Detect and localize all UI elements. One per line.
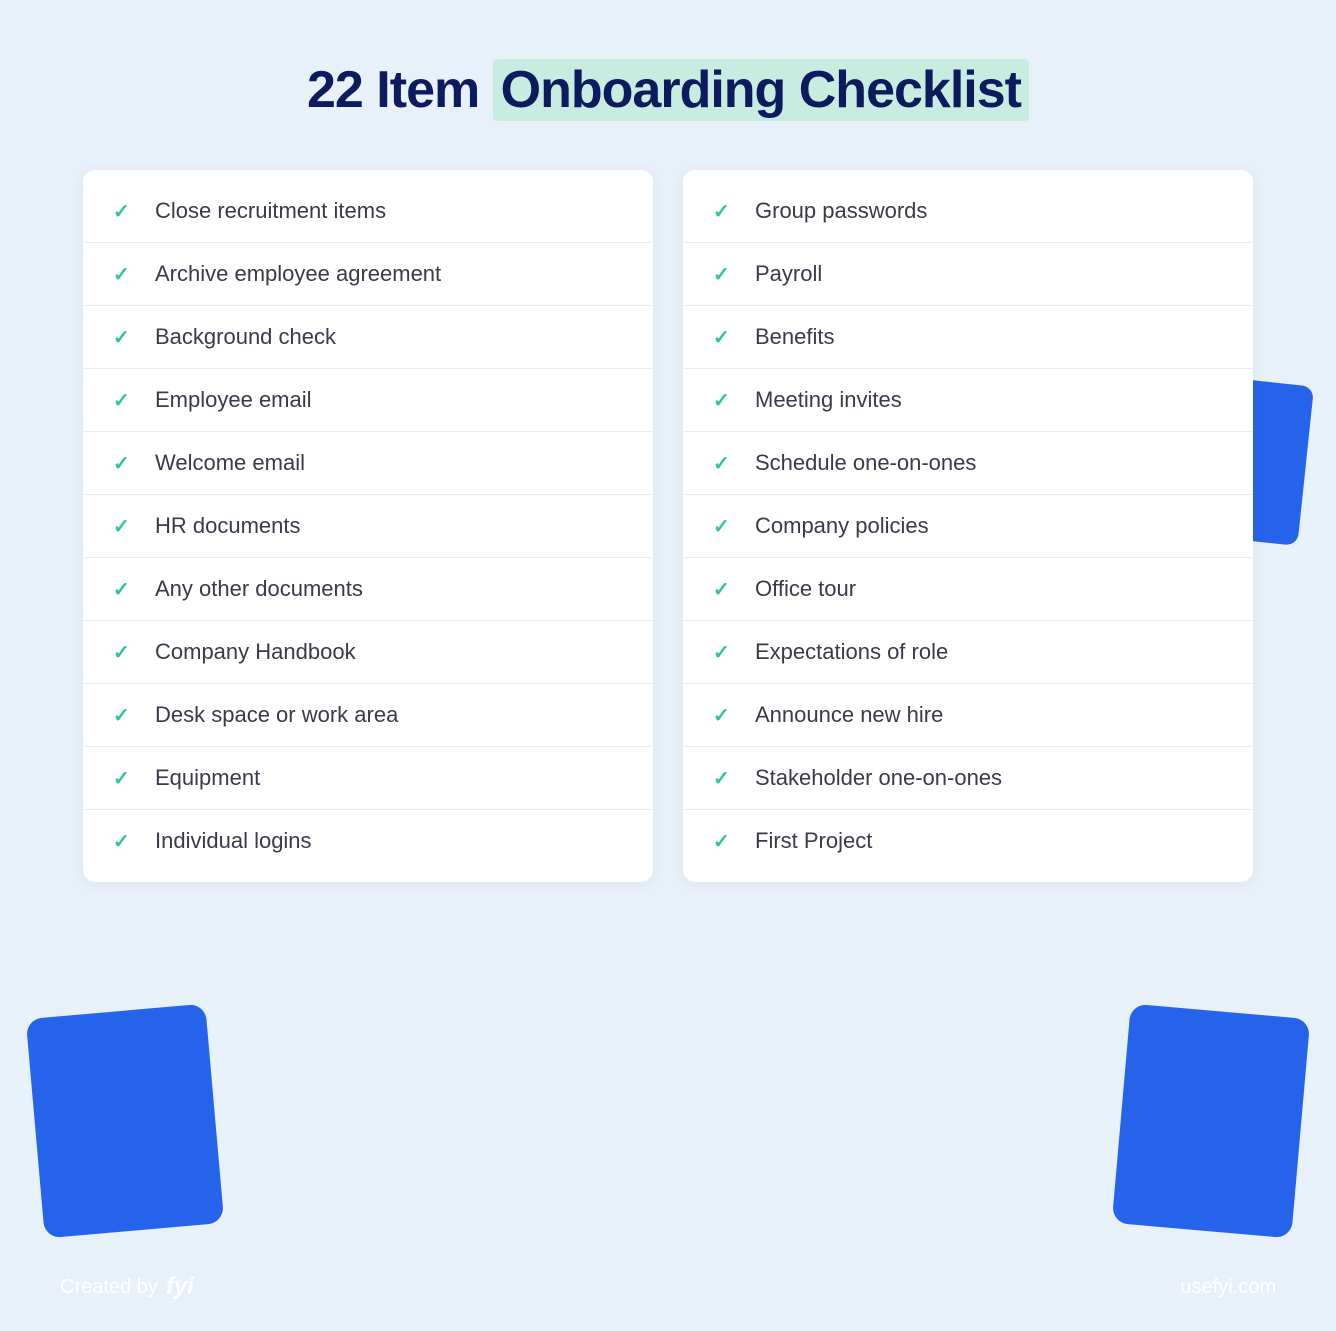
check-icon: ✓ [113,514,137,539]
item-text: Desk space or work area [155,702,398,728]
footer-left: Created by fyi [60,1273,194,1301]
title-section: 22 Item Onboarding Checklist [307,60,1029,120]
footer: Created by fyi usefyi.com [0,1273,1336,1301]
item-text: Company policies [755,513,929,539]
check-icon: ✓ [113,703,137,728]
list-item: ✓ Welcome email [83,432,653,495]
check-icon: ✓ [713,514,737,539]
item-text: Announce new hire [755,702,943,728]
list-item: ✓ Office tour [683,558,1253,621]
checklist-container: ✓ Close recruitment items ✓ Archive empl… [83,170,1253,882]
item-text: Any other documents [155,576,363,602]
check-icon: ✓ [713,577,737,602]
decorative-shape-left [26,1004,224,1239]
check-icon: ✓ [713,199,737,224]
footer-brand: fyi [166,1273,194,1301]
item-text: Schedule one-on-ones [755,450,976,476]
item-text: Meeting invites [755,387,902,413]
item-text: Office tour [755,576,856,602]
check-icon: ✓ [113,388,137,413]
item-text: Expectations of role [755,639,948,665]
right-checklist-card: ✓ Group passwords ✓ Payroll ✓ Benefits ✓… [683,170,1253,882]
list-item: ✓ Archive employee agreement [83,243,653,306]
check-icon: ✓ [113,766,137,791]
item-text: HR documents [155,513,301,539]
list-item: ✓ Schedule one-on-ones [683,432,1253,495]
item-text: First Project [755,828,872,854]
list-item: ✓ Benefits [683,306,1253,369]
page-title: 22 Item Onboarding Checklist [307,60,1029,120]
item-text: Equipment [155,765,260,791]
check-icon: ✓ [113,640,137,665]
check-icon: ✓ [113,451,137,476]
list-item: ✓ Announce new hire [683,684,1253,747]
item-text: Close recruitment items [155,198,386,224]
list-item: ✓ Equipment [83,747,653,810]
footer-website: usefyi.com [1180,1276,1276,1299]
list-item: ✓ Payroll [683,243,1253,306]
check-icon: ✓ [713,262,737,287]
check-icon: ✓ [113,829,137,854]
list-item: ✓ Employee email [83,369,653,432]
item-text: Group passwords [755,198,927,224]
list-item: ✓ Individual logins [83,810,653,872]
check-icon: ✓ [113,262,137,287]
list-item: ✓ Meeting invites [683,369,1253,432]
left-checklist-card: ✓ Close recruitment items ✓ Archive empl… [83,170,653,882]
check-icon: ✓ [713,766,737,791]
decorative-shape-right [1112,1004,1310,1239]
list-item: ✓ Any other documents [83,558,653,621]
list-item: ✓ HR documents [83,495,653,558]
check-icon: ✓ [113,199,137,224]
check-icon: ✓ [713,325,737,350]
footer-created-text: Created by [60,1276,158,1299]
check-icon: ✓ [113,577,137,602]
title-part2-highlight: Onboarding Checklist [493,59,1029,121]
check-icon: ✓ [713,388,737,413]
item-text: Individual logins [155,828,312,854]
item-text: Welcome email [155,450,305,476]
item-text: Company Handbook [155,639,356,665]
item-text: Archive employee agreement [155,261,441,287]
list-item: ✓ Background check [83,306,653,369]
list-item: ✓ Company Handbook [83,621,653,684]
list-item: ✓ Company policies [683,495,1253,558]
list-item: ✓ Stakeholder one-on-ones [683,747,1253,810]
item-text: Benefits [755,324,835,350]
item-text: Employee email [155,387,312,413]
list-item: ✓ Expectations of role [683,621,1253,684]
check-icon: ✓ [113,325,137,350]
item-text: Payroll [755,261,822,287]
check-icon: ✓ [713,451,737,476]
list-item: ✓ Close recruitment items [83,180,653,243]
check-icon: ✓ [713,703,737,728]
check-icon: ✓ [713,640,737,665]
list-item: ✓ First Project [683,810,1253,872]
list-item: ✓ Desk space or work area [83,684,653,747]
item-text: Stakeholder one-on-ones [755,765,1002,791]
title-part1: 22 Item [307,61,493,119]
check-icon: ✓ [713,829,737,854]
list-item: ✓ Group passwords [683,180,1253,243]
item-text: Background check [155,324,336,350]
